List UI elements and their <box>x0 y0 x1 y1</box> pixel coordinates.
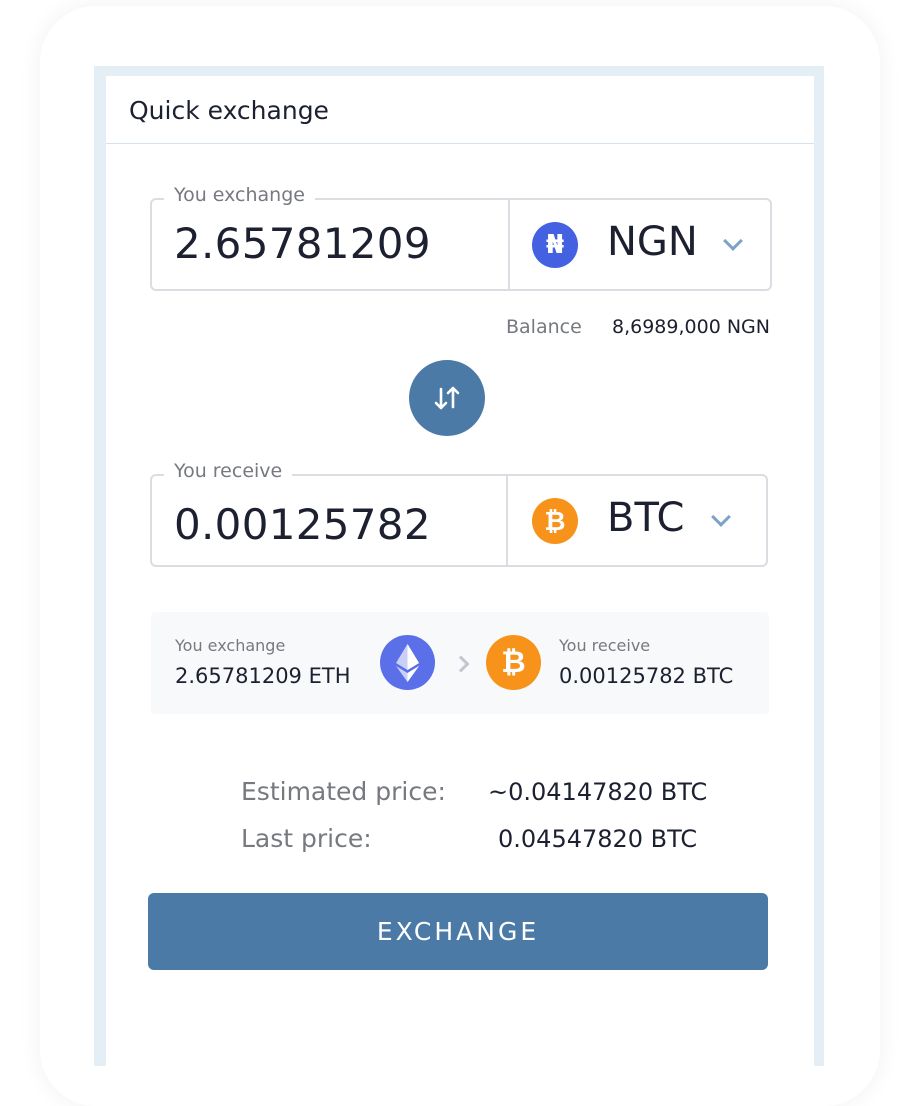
summary-to-label: You receive <box>559 636 651 655</box>
bitcoin-coin-icon: ₿ <box>486 635 541 690</box>
estimated-price-label: Estimated price: <box>241 777 446 806</box>
summary-from-label: You exchange <box>175 636 286 655</box>
balance-label: Balance <box>506 316 582 338</box>
balance-value: 8,6989,000 NGN <box>612 316 770 338</box>
swap-button[interactable] <box>409 360 485 436</box>
swap-arrows-icon <box>434 386 460 410</box>
field-separator <box>508 200 510 289</box>
naira-coin-icon: ₦ <box>532 222 578 268</box>
receive-field-legend: You receive <box>164 460 293 482</box>
exchange-currency-select[interactable]: NGN <box>607 219 698 265</box>
exchange-amount-input[interactable]: 2.65781209 <box>174 219 431 268</box>
receive-currency-select[interactable]: BTC <box>607 495 684 541</box>
exchange-field-legend: You exchange <box>164 184 315 206</box>
receive-amount-input[interactable]: 0.00125782 <box>174 500 431 549</box>
panel-title: Quick exchange <box>129 96 329 125</box>
estimated-price-value: ~0.04147820 BTC <box>488 778 708 806</box>
exchange-button[interactable]: EXCHANGE <box>148 893 768 970</box>
summary-to-value: 0.00125782 BTC <box>559 664 734 688</box>
field-separator <box>506 476 508 565</box>
last-price-label: Last price: <box>241 824 372 853</box>
panel-divider <box>106 143 814 144</box>
bitcoin-coin-icon: ₿ <box>532 498 578 544</box>
summary-from-value: 2.65781209 ETH <box>175 664 351 688</box>
last-price-value: 0.04547820 BTC <box>498 825 698 853</box>
ethereum-coin-icon <box>380 635 435 690</box>
